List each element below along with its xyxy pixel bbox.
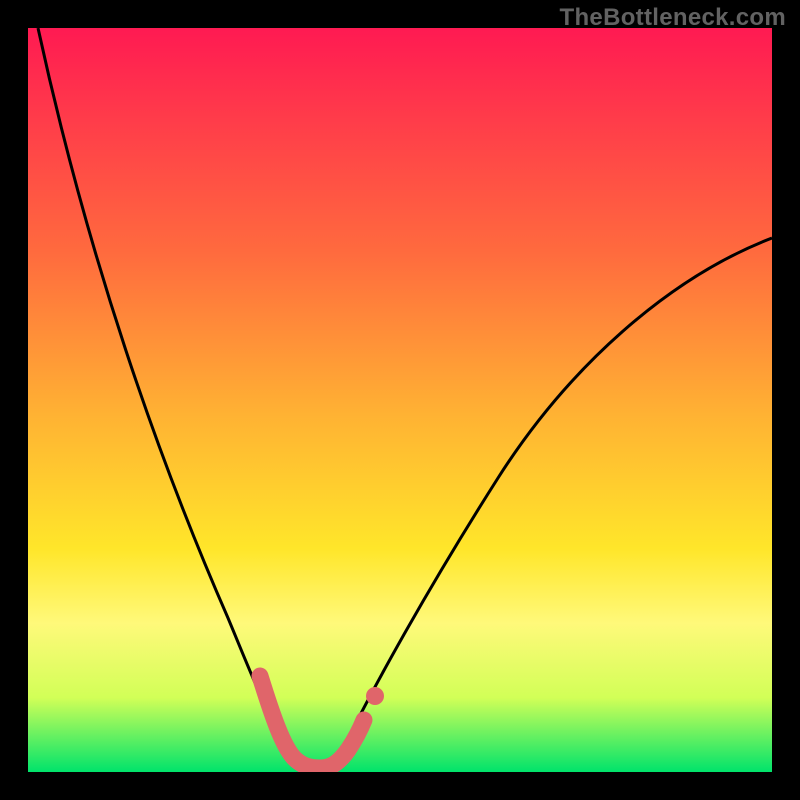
bottleneck-curve-path [38, 28, 772, 766]
chart-frame: TheBottleneck.com [0, 0, 800, 800]
bottom-highlight-path [260, 676, 364, 768]
watermark-text: TheBottleneck.com [560, 4, 786, 32]
curve-svg [28, 28, 772, 772]
plot-area [28, 28, 772, 772]
highlight-dot-icon [366, 687, 384, 705]
